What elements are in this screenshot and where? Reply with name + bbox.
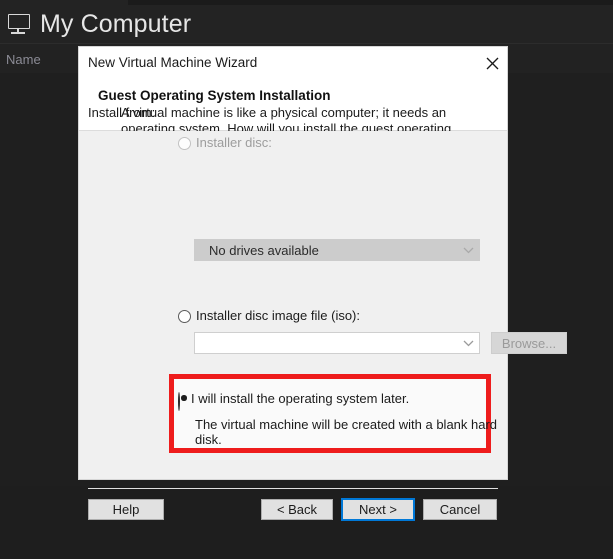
app-title: My Computer bbox=[40, 9, 192, 38]
help-button[interactable]: Help bbox=[88, 499, 164, 520]
installer-disc-drive-value: No drives available bbox=[209, 242, 319, 258]
app-column-header-separator bbox=[0, 43, 613, 44]
iso-path-combobox[interactable] bbox=[194, 332, 480, 354]
dialog-title: New Virtual Machine Wizard bbox=[88, 55, 258, 70]
cancel-button[interactable]: Cancel bbox=[423, 499, 497, 520]
radio-install-later-label[interactable]: I will install the operating system late… bbox=[191, 391, 409, 406]
chevron-down-icon bbox=[457, 340, 479, 347]
app-titlebar: My Computer bbox=[0, 5, 613, 43]
screen: My Computer Name New Virtual Machine Wiz… bbox=[0, 0, 613, 559]
column-header-name[interactable]: Name bbox=[6, 52, 41, 67]
footer-separator bbox=[88, 488, 498, 489]
install-from-label: Install from: bbox=[88, 105, 156, 120]
monitor-icon bbox=[6, 12, 34, 36]
radio-installer-iso-label: Installer disc image file (iso): bbox=[196, 308, 360, 323]
back-button[interactable]: < Back bbox=[261, 499, 333, 520]
installer-disc-drive-select[interactable]: No drives available bbox=[194, 239, 480, 261]
radio-installer-disc[interactable]: Installer disc: bbox=[178, 136, 272, 150]
app-bottom-area bbox=[0, 486, 613, 559]
install-later-description: The virtual machine will be created with… bbox=[195, 417, 498, 447]
radio-installer-disc-indicator bbox=[178, 137, 191, 150]
radio-installer-iso-indicator bbox=[178, 310, 191, 323]
browse-button[interactable]: Browse... bbox=[491, 332, 567, 354]
radio-installer-iso[interactable]: Installer disc image file (iso): bbox=[178, 309, 360, 323]
radio-installer-disc-label: Installer disc: bbox=[196, 135, 272, 150]
next-button[interactable]: Next > bbox=[341, 498, 415, 521]
dialog-heading: Guest Operating System Installation bbox=[98, 88, 331, 103]
new-virtual-machine-wizard-dialog: New Virtual Machine Wizard Guest Operati… bbox=[79, 47, 567, 521]
chevron-down-icon bbox=[457, 247, 479, 254]
close-icon[interactable] bbox=[479, 51, 505, 75]
radio-install-later-indicator[interactable] bbox=[178, 392, 180, 411]
